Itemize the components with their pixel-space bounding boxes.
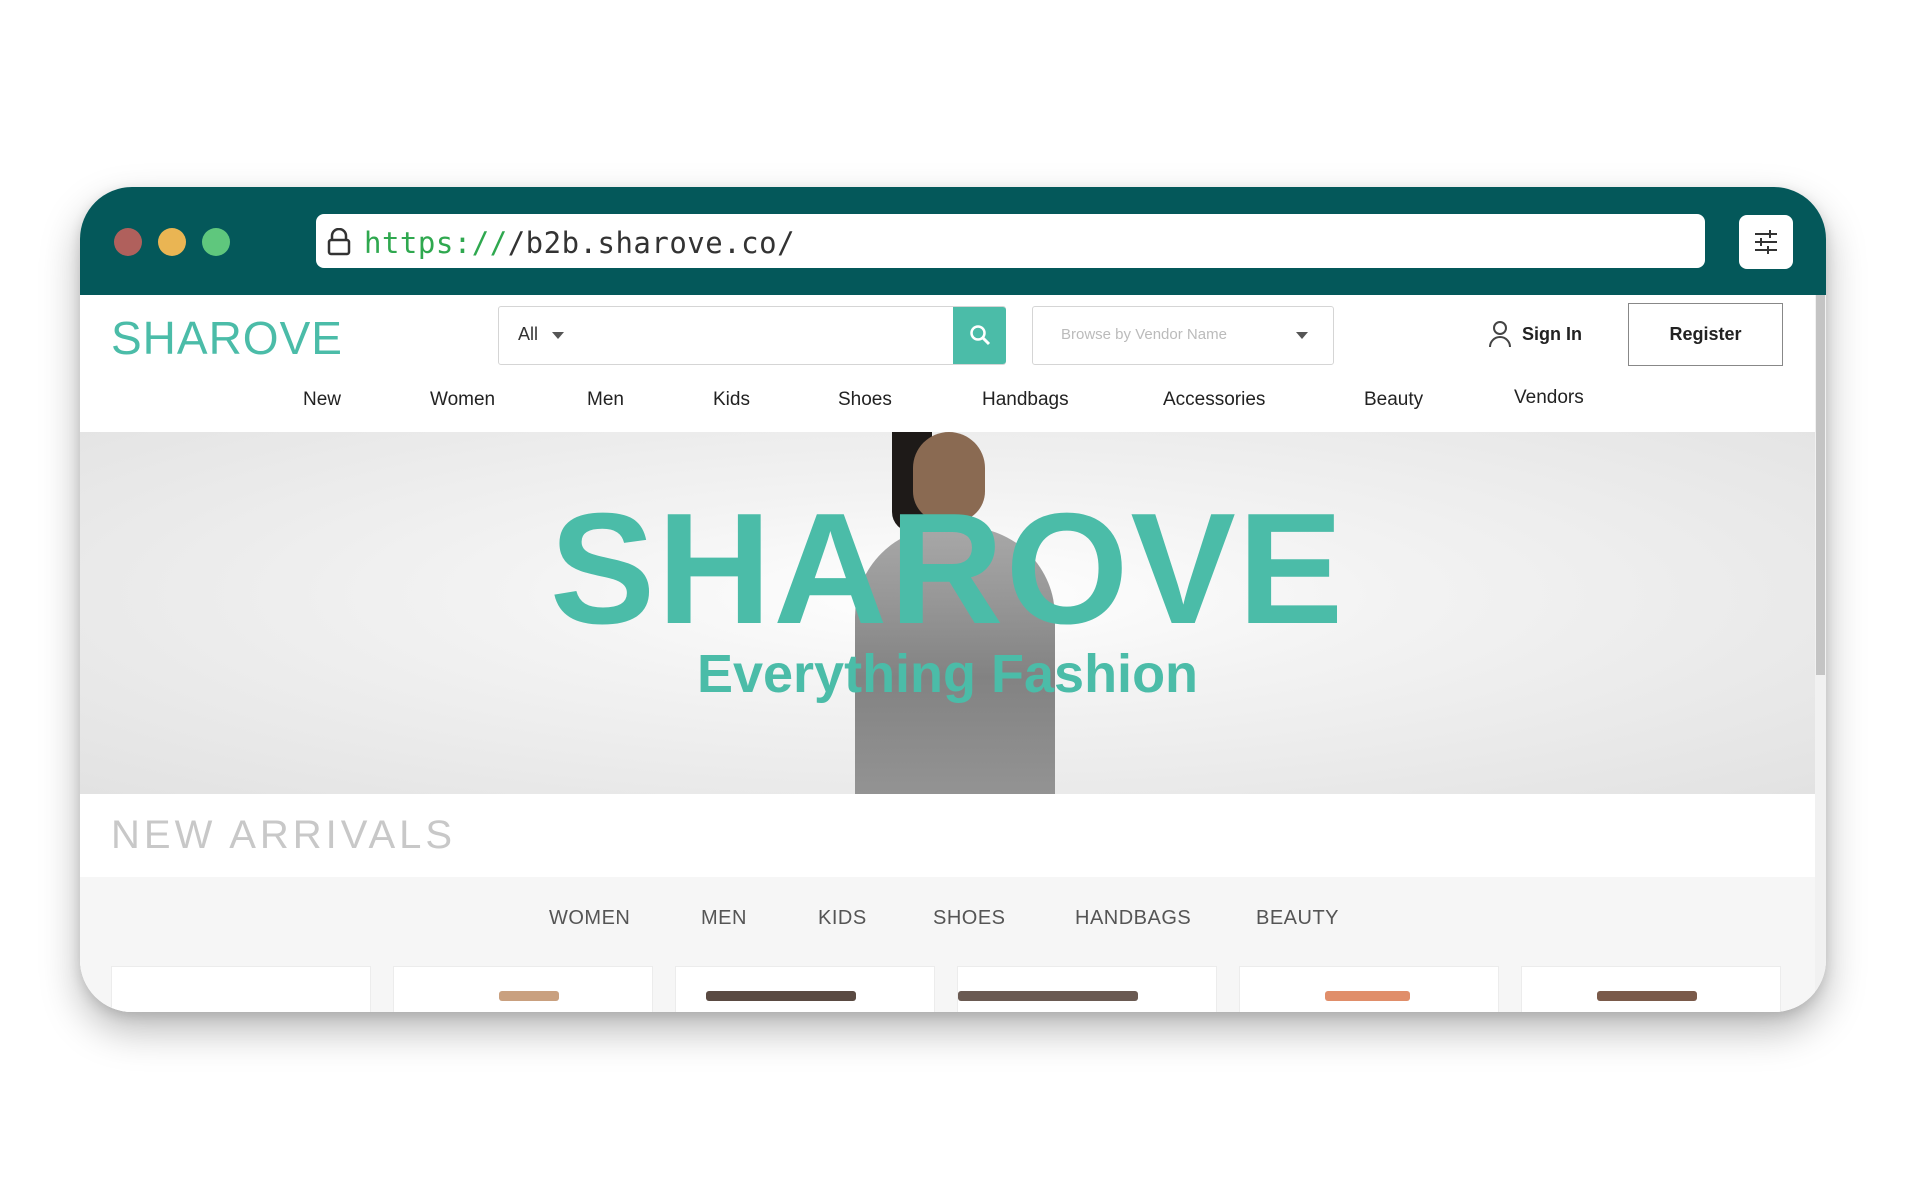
hero-banner[interactable]: SHAROVE Everything Fashion [80, 432, 1815, 794]
tab-handbags[interactable]: HANDBAGS [1075, 907, 1191, 930]
sign-in-link[interactable]: Sign In [1488, 320, 1582, 348]
tab-kids[interactable]: KIDS [818, 907, 867, 930]
chevron-down-icon [552, 332, 564, 339]
product-image [1597, 991, 1697, 1001]
search-box: All [498, 306, 1006, 365]
hero-subtitle: Everything Fashion [696, 644, 1199, 704]
close-window-button[interactable] [114, 228, 142, 256]
minimize-window-button[interactable] [158, 228, 186, 256]
nav-item-women[interactable]: Women [430, 389, 495, 411]
product-card[interactable] [393, 966, 653, 1012]
new-arrivals-heading: NEW ARRIVALS [111, 813, 457, 857]
nav-item-accessories[interactable]: Accessories [1163, 389, 1265, 411]
page-scrollbar[interactable] [1815, 295, 1826, 1012]
maximize-window-button[interactable] [202, 228, 230, 256]
category-tabs: WOMEN MEN KIDS SHOES HANDBAGS BEAUTY [80, 877, 1815, 1012]
nav-item-men[interactable]: Men [587, 389, 624, 411]
user-icon [1489, 321, 1511, 348]
tab-men[interactable]: MEN [701, 907, 747, 930]
tab-women[interactable]: WOMEN [549, 907, 630, 930]
nav-item-shoes[interactable]: Shoes [838, 389, 892, 411]
nav-item-handbags[interactable]: Handbags [982, 389, 1069, 411]
product-image [499, 991, 559, 1001]
hero-title: SHAROVE [549, 481, 1346, 657]
product-card[interactable] [675, 966, 935, 1012]
chevron-down-icon [1296, 332, 1308, 339]
lock-icon [327, 228, 351, 256]
register-button[interactable]: Register [1628, 303, 1783, 366]
tab-beauty[interactable]: BEAUTY [1256, 907, 1339, 930]
tab-shoes[interactable]: SHOES [933, 907, 1006, 930]
nav-item-kids[interactable]: Kids [713, 389, 750, 411]
search-category-select[interactable]: All [518, 324, 538, 345]
nav-item-beauty[interactable]: Beauty [1364, 389, 1423, 411]
url-path: /b2b.sharove.co/ [507, 226, 796, 260]
site-logo[interactable]: SHAROVE [111, 311, 343, 365]
sliders-icon [1755, 230, 1777, 254]
main-nav: New Women Men Kids Shoes Handbags Access… [80, 387, 1815, 415]
product-card[interactable] [1239, 966, 1499, 1012]
search-button[interactable] [953, 307, 1006, 364]
page-viewport: SHAROVE All Browse by Vendor Name Sign I… [80, 295, 1815, 1012]
search-icon [970, 325, 991, 346]
product-image [706, 991, 856, 1001]
sign-in-label: Sign In [1522, 323, 1582, 344]
product-card[interactable] [957, 966, 1217, 1012]
product-card[interactable] [1521, 966, 1781, 1012]
vendor-select-placeholder: Browse by Vendor Name [1061, 326, 1227, 343]
address-bar[interactable]: https:///b2b.sharove.co/ [316, 214, 1705, 268]
product-card[interactable] [111, 966, 371, 1012]
browser-window: https:///b2b.sharove.co/ SHAROVE All Bro… [80, 187, 1826, 1012]
product-image [1325, 991, 1410, 1001]
url-protocol: https:// [364, 226, 508, 260]
scrollbar-thumb[interactable] [1816, 295, 1825, 675]
browser-settings-button[interactable] [1739, 215, 1793, 269]
nav-item-vendors[interactable]: Vendors [1514, 387, 1584, 409]
product-image [958, 991, 1138, 1001]
url-text: https:///b2b.sharove.co/ [364, 226, 795, 260]
browser-toolbar: https:///b2b.sharove.co/ [80, 187, 1826, 295]
nav-item-new[interactable]: New [303, 389, 341, 411]
vendor-select[interactable]: Browse by Vendor Name [1032, 306, 1334, 365]
